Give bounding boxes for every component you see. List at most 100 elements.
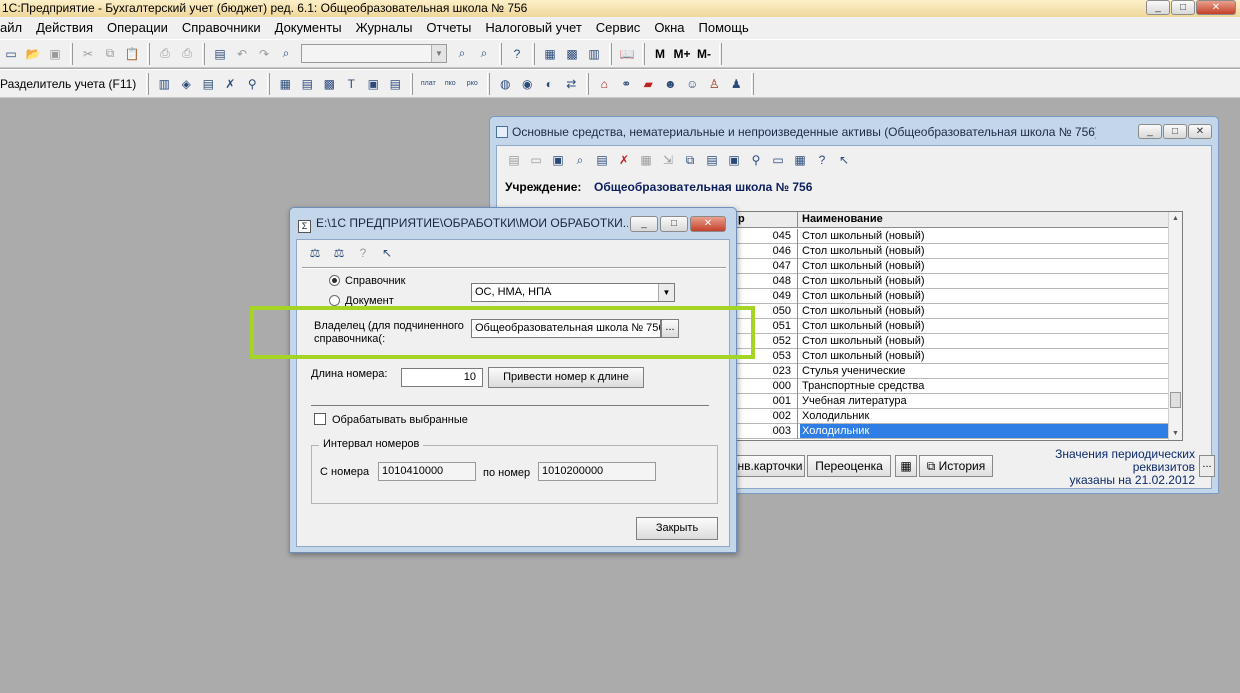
table-row[interactable]: 000 Транспортные средства: [736, 379, 1170, 394]
table-row-selected[interactable]: 003 Холодильник: [736, 424, 1170, 439]
table-row[interactable]: 002 Холодильник: [736, 409, 1170, 424]
payment-order-icon[interactable]: плат: [418, 74, 438, 94]
menu-service[interactable]: Сервис: [589, 17, 648, 39]
table-row[interactable]: 046 Стол школьный (новый): [736, 244, 1170, 259]
chevron-down-icon[interactable]: ▼: [431, 45, 446, 62]
accounting-separator-button[interactable]: Разделитель учета (F11): [0, 77, 142, 91]
inventory-card-button[interactable]: нв.карточки: [735, 455, 805, 477]
scroll-thumb[interactable]: [1170, 392, 1181, 408]
bank-icon[interactable]: ▥: [154, 74, 174, 94]
revaluation-button[interactable]: Переоценка: [807, 455, 891, 477]
menu-tax[interactable]: Налоговый учет: [478, 17, 588, 39]
history-button[interactable]: ⧉ История: [919, 455, 993, 477]
table-row[interactable]: 052 Стол школьный (новый): [736, 334, 1170, 349]
calendar-icon[interactable]: ▥: [584, 44, 604, 64]
app-maximize-button[interactable]: □: [1171, 0, 1195, 15]
fixed-assets-table[interactable]: р Наименование 045 Стол школьный (новый) …: [735, 211, 1183, 441]
table-row[interactable]: 050 Стол школьный (новый): [736, 304, 1170, 319]
handshake-icon[interactable]: ⚭: [616, 74, 636, 94]
refresh-icon[interactable]: ◐: [539, 74, 559, 94]
print-form-icon[interactable]: ▣: [724, 150, 744, 170]
close-button[interactable]: Закрыть: [636, 517, 718, 540]
cash-receipt-icon[interactable]: пко: [440, 74, 460, 94]
scroll-up-icon[interactable]: ▲: [1169, 212, 1182, 225]
redo-icon[interactable]: ↷: [254, 44, 274, 64]
run-icon[interactable]: ⚖: [306, 244, 324, 262]
process-selected-option[interactable]: Обрабатывать выбранные: [314, 413, 468, 426]
table-row[interactable]: 045 Стол школьный (новый): [736, 229, 1170, 244]
copy-icon[interactable]: ⧉: [100, 44, 120, 64]
person-card-icon[interactable]: ☺: [682, 74, 702, 94]
tree-icon[interactable]: ⚲: [242, 74, 262, 94]
radio-reference-dot[interactable]: [329, 275, 340, 286]
find-icon[interactable]: ⌕: [570, 150, 590, 170]
color-ball-icon[interactable]: ◉: [517, 74, 537, 94]
radio-reference[interactable]: Справочник: [329, 275, 406, 287]
print-icon[interactable]: ⎙: [155, 44, 175, 64]
new-icon[interactable]: ▭: [1, 44, 21, 64]
table-icon[interactable]: ▦: [540, 44, 560, 64]
number-length-field[interactable]: 10: [401, 368, 483, 387]
cut-icon[interactable]: ✂: [78, 44, 98, 64]
package-icon[interactable]: ◈: [176, 74, 196, 94]
fixed-assets-maximize-button[interactable]: □: [1163, 124, 1187, 139]
menu-windows[interactable]: Окна: [647, 17, 691, 39]
run-all-icon[interactable]: ⚖: [330, 244, 348, 262]
book-icon[interactable]: 📖: [617, 44, 637, 64]
periodic-details-button[interactable]: ...: [1199, 455, 1215, 477]
move-icon[interactable]: ⇲: [658, 150, 678, 170]
hierarchy-icon[interactable]: ▦: [636, 150, 656, 170]
dt-kt-icon[interactable]: ✗: [220, 74, 240, 94]
chevron-down-icon[interactable]: ▼: [658, 284, 674, 301]
process-selected-checkbox[interactable]: [314, 413, 326, 425]
checker-icon[interactable]: ▩: [319, 74, 339, 94]
table-row[interactable]: 049 Стол школьный (новый): [736, 289, 1170, 304]
memory-subtract-button[interactable]: M-: [694, 44, 714, 64]
structure-icon[interactable]: ▦: [790, 150, 810, 170]
ledger-icon[interactable]: ▤: [198, 74, 218, 94]
save-icon[interactable]: ▣: [45, 44, 65, 64]
grid-icon[interactable]: ▦: [895, 455, 917, 477]
to-number-field[interactable]: 1010200000: [538, 462, 656, 481]
dialog-maximize-button[interactable]: □: [660, 216, 688, 232]
find-prev-icon[interactable]: ⌕: [474, 44, 494, 64]
menu-documents[interactable]: Документы: [268, 17, 349, 39]
table-row[interactable]: 051 Стол школьный (новый): [736, 319, 1170, 334]
radio-document-dot[interactable]: [329, 295, 340, 306]
add-folder-icon[interactable]: ▭: [526, 150, 546, 170]
search-combo[interactable]: ▼: [301, 44, 447, 63]
reference-type-select[interactable]: ОС, НМА, НПА ▼: [471, 283, 675, 302]
add-row-icon[interactable]: ▤: [504, 150, 524, 170]
app-minimize-button[interactable]: _: [1146, 0, 1170, 15]
delete-mark-icon[interactable]: ✗: [614, 150, 634, 170]
table-row[interactable]: 053 Стол школьный (новый): [736, 349, 1170, 364]
app-close-button[interactable]: ✕: [1196, 0, 1236, 15]
print-preview-icon[interactable]: ⎙: [177, 44, 197, 64]
filter-icon[interactable]: ▤: [210, 44, 230, 64]
person-down-icon[interactable]: ♟: [726, 74, 746, 94]
table-vertical-scrollbar[interactable]: ▲ ▼: [1168, 212, 1182, 440]
undo-icon[interactable]: ↶: [232, 44, 252, 64]
find-next-icon[interactable]: ⌕: [452, 44, 472, 64]
help-question-icon[interactable]: ?: [507, 44, 527, 64]
globe-icon[interactable]: ◍: [495, 74, 515, 94]
red-book-icon[interactable]: ▰: [638, 74, 658, 94]
whats-this-icon[interactable]: ↖: [378, 244, 396, 262]
table-row[interactable]: 048 Стол школьный (новый): [736, 274, 1170, 289]
memory-add-button[interactable]: M+: [672, 44, 692, 64]
edit-icon[interactable]: ▣: [548, 150, 568, 170]
list-icon[interactable]: ▤: [592, 150, 612, 170]
radio-document[interactable]: Документ: [329, 295, 394, 306]
copy-row-icon[interactable]: ⧉: [680, 150, 700, 170]
tree-view-icon[interactable]: ⚲: [746, 150, 766, 170]
monitor-icon[interactable]: ▭: [768, 150, 788, 170]
menu-actions[interactable]: Действия: [29, 17, 100, 39]
paste-icon[interactable]: 📋: [122, 44, 142, 64]
person-up-icon[interactable]: ♙: [704, 74, 724, 94]
report-icon[interactable]: ▣: [363, 74, 383, 94]
fixed-assets-close-button[interactable]: ✕: [1188, 124, 1212, 139]
help-icon[interactable]: ?: [354, 244, 372, 262]
chart-of-accounts-icon[interactable]: ▦: [275, 74, 295, 94]
journal-icon[interactable]: ▤: [297, 74, 317, 94]
memory-button[interactable]: M: [650, 44, 670, 64]
